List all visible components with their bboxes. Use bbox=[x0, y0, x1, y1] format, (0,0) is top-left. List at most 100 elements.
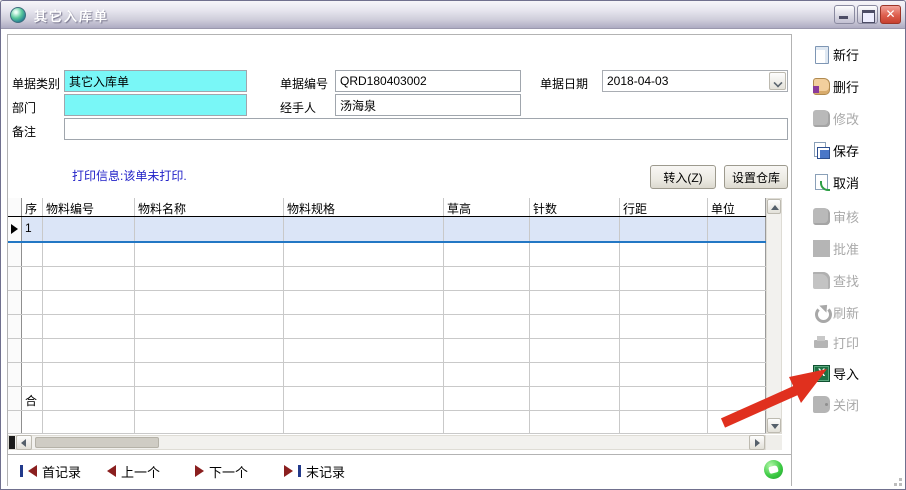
doc-date-combobox[interactable]: 2018-04-03 bbox=[602, 70, 788, 92]
hscroll-thumb[interactable] bbox=[35, 437, 159, 448]
cell[interactable] bbox=[135, 267, 284, 290]
table-row[interactable] bbox=[8, 339, 766, 363]
cell[interactable] bbox=[620, 315, 708, 338]
horizontal-scrollbar[interactable] bbox=[8, 435, 766, 450]
department-field[interactable] bbox=[64, 94, 247, 116]
cell[interactable] bbox=[135, 339, 284, 362]
scroll-down-icon[interactable] bbox=[767, 418, 781, 433]
cell[interactable] bbox=[135, 315, 284, 338]
cell[interactable] bbox=[444, 291, 530, 314]
cell[interactable] bbox=[22, 339, 43, 362]
scroll-left-icon[interactable] bbox=[16, 435, 32, 450]
nav-last-record[interactable]: 末记录 bbox=[284, 462, 345, 480]
cell[interactable] bbox=[43, 315, 135, 338]
cell[interactable] bbox=[620, 217, 708, 241]
table-row[interactable] bbox=[8, 411, 766, 434]
cell[interactable] bbox=[530, 339, 620, 362]
cell[interactable] bbox=[530, 411, 620, 433]
chevron-down-icon[interactable] bbox=[769, 72, 786, 90]
doc-type-field[interactable] bbox=[64, 70, 247, 92]
table-row[interactable] bbox=[8, 315, 766, 339]
cell[interactable] bbox=[444, 267, 530, 290]
scroll-up-icon[interactable] bbox=[767, 199, 781, 214]
cell[interactable] bbox=[284, 339, 444, 362]
cell[interactable] bbox=[43, 291, 135, 314]
table-row-selected[interactable]: 1 bbox=[8, 217, 766, 243]
cell[interactable] bbox=[708, 315, 766, 338]
cell[interactable] bbox=[284, 291, 444, 314]
cell[interactable] bbox=[22, 411, 43, 433]
cell[interactable] bbox=[284, 217, 444, 241]
cell[interactable] bbox=[530, 363, 620, 386]
cell[interactable] bbox=[620, 243, 708, 266]
col-material-name[interactable]: 物料名称 bbox=[135, 198, 284, 216]
cell[interactable] bbox=[135, 291, 284, 314]
cell[interactable] bbox=[708, 339, 766, 362]
sidebar-item-cancel[interactable]: 取消 bbox=[813, 172, 903, 192]
cell[interactable] bbox=[22, 363, 43, 386]
sidebar-item-import[interactable]: X 导入 bbox=[813, 363, 903, 383]
col-material-spec[interactable]: 物料规格 bbox=[284, 198, 444, 216]
cell[interactable] bbox=[444, 315, 530, 338]
maximize-button[interactable] bbox=[857, 5, 878, 24]
remark-field[interactable] bbox=[64, 118, 788, 140]
cell[interactable] bbox=[708, 243, 766, 266]
table-row[interactable] bbox=[8, 363, 766, 387]
sidebar-item-save[interactable]: 保存 bbox=[813, 140, 903, 160]
col-pile-height[interactable]: 草高 bbox=[444, 198, 530, 216]
nav-next[interactable]: 下一个 bbox=[195, 462, 248, 480]
cell[interactable] bbox=[708, 291, 766, 314]
col-stitch-count[interactable]: 针数 bbox=[530, 198, 620, 216]
nav-first-record[interactable]: 首记录 bbox=[20, 462, 81, 480]
cell[interactable] bbox=[43, 339, 135, 362]
cell[interactable] bbox=[444, 243, 530, 266]
table-row[interactable] bbox=[8, 291, 766, 315]
cell[interactable] bbox=[135, 411, 284, 433]
cell[interactable] bbox=[444, 411, 530, 433]
seq-cell[interactable]: 1 bbox=[22, 217, 43, 241]
col-row-gauge[interactable]: 行距 bbox=[620, 198, 708, 216]
cell[interactable] bbox=[708, 217, 766, 241]
cell[interactable] bbox=[708, 363, 766, 386]
cell[interactable] bbox=[444, 217, 530, 241]
cell[interactable] bbox=[530, 291, 620, 314]
col-material-id[interactable]: 物料编号 bbox=[43, 198, 135, 216]
cell[interactable] bbox=[135, 363, 284, 386]
cell[interactable] bbox=[22, 243, 43, 266]
sidebar-item-new-row[interactable]: 新行 bbox=[813, 44, 903, 64]
cell[interactable] bbox=[43, 411, 135, 433]
cell[interactable] bbox=[620, 291, 708, 314]
cell[interactable] bbox=[22, 315, 43, 338]
cell[interactable] bbox=[620, 411, 708, 433]
cell[interactable] bbox=[22, 291, 43, 314]
cell[interactable] bbox=[22, 267, 43, 290]
cell[interactable] bbox=[708, 267, 766, 290]
transfer-button[interactable]: 转入(Z) bbox=[650, 165, 716, 189]
handler-field[interactable] bbox=[335, 94, 521, 116]
cell[interactable] bbox=[43, 267, 135, 290]
set-warehouse-button[interactable]: 设置仓库 bbox=[724, 165, 788, 189]
cell[interactable] bbox=[135, 243, 284, 266]
cell[interactable] bbox=[444, 339, 530, 362]
vertical-scrollbar[interactable] bbox=[766, 198, 782, 434]
grid-splitter[interactable] bbox=[9, 436, 15, 449]
cell[interactable] bbox=[284, 243, 444, 266]
cell[interactable] bbox=[444, 363, 530, 386]
cell[interactable] bbox=[530, 315, 620, 338]
cell[interactable] bbox=[43, 363, 135, 386]
cell[interactable] bbox=[620, 339, 708, 362]
col-unit[interactable]: 单位 bbox=[708, 198, 766, 216]
sidebar-item-delete-row[interactable]: 删行 bbox=[813, 76, 903, 96]
cell[interactable] bbox=[284, 315, 444, 338]
cell[interactable] bbox=[530, 217, 620, 241]
cell[interactable] bbox=[284, 267, 444, 290]
scroll-right-icon[interactable] bbox=[749, 435, 765, 450]
table-row[interactable] bbox=[8, 243, 766, 267]
col-seq[interactable]: 序号 bbox=[22, 198, 43, 216]
cell[interactable] bbox=[708, 411, 766, 433]
table-row[interactable] bbox=[8, 267, 766, 291]
cell[interactable] bbox=[530, 267, 620, 290]
cell[interactable] bbox=[43, 217, 135, 241]
minimize-button[interactable] bbox=[834, 5, 855, 24]
cell[interactable] bbox=[43, 243, 135, 266]
